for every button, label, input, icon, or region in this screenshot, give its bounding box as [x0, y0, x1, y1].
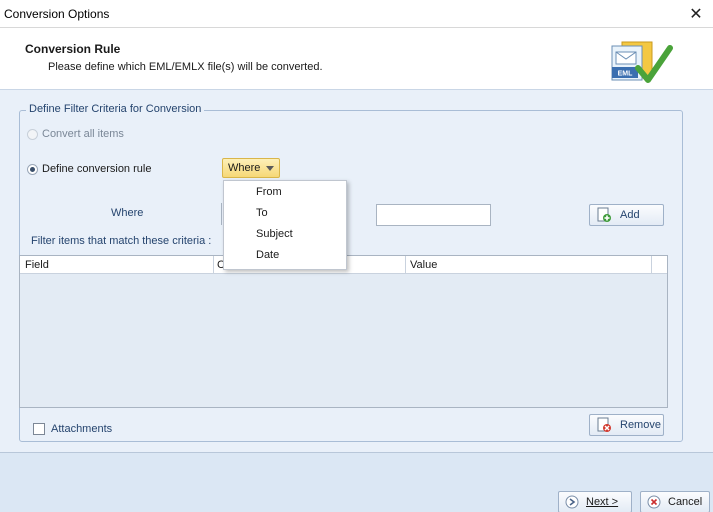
- convert-all-label: Convert all items: [42, 128, 124, 140]
- remove-button-label: Remove: [620, 419, 661, 431]
- attachments-checkbox[interactable]: [33, 423, 45, 435]
- add-button-label: Add: [620, 209, 640, 221]
- close-button[interactable]: ✕: [679, 0, 713, 28]
- attachments-option[interactable]: Attachments: [33, 423, 112, 435]
- footer-divider: [0, 452, 713, 453]
- menu-item-to[interactable]: To: [256, 207, 268, 219]
- cancel-button[interactable]: Cancel: [640, 491, 710, 512]
- next-button-label: Next >: [586, 496, 619, 508]
- criteria-label: Filter items that match these criteria :: [31, 235, 212, 247]
- where-dropdown-menu: From To Subject Date: [223, 180, 347, 270]
- convert-all-radio[interactable]: [27, 128, 38, 140]
- remove-icon: [596, 417, 612, 433]
- header-banner: Conversion Rule Please define which EML/…: [0, 28, 713, 90]
- banner-heading: Conversion Rule: [25, 42, 121, 56]
- next-arrow-icon: [564, 494, 580, 510]
- title-bar: Conversion Options ✕: [0, 0, 713, 28]
- logo-badge-text: EML: [618, 71, 634, 78]
- cancel-icon: [646, 494, 662, 510]
- where-label: Where: [111, 207, 144, 219]
- filter-criteria-legend: Define Filter Criteria for Conversion: [26, 103, 205, 115]
- criteria-grid[interactable]: Field C Value: [19, 255, 668, 408]
- remove-button[interactable]: Remove: [589, 414, 664, 436]
- add-button[interactable]: Add: [589, 204, 664, 226]
- define-rule-radio[interactable]: [27, 163, 38, 175]
- menu-item-subject[interactable]: Subject: [256, 228, 293, 240]
- value-input[interactable]: [376, 204, 491, 226]
- define-rule-option[interactable]: Define conversion rule: [27, 163, 151, 175]
- define-rule-label: Define conversion rule: [42, 163, 152, 175]
- where-dropdown-button[interactable]: Where: [222, 158, 280, 178]
- eml-file-check-icon: EML: [611, 41, 673, 83]
- convert-all-option[interactable]: Convert all items: [27, 128, 124, 140]
- next-button[interactable]: Next >: [558, 491, 632, 512]
- chevron-down-icon: [266, 165, 275, 171]
- add-icon: [596, 207, 612, 223]
- menu-item-date[interactable]: Date: [256, 249, 279, 261]
- column-header-value[interactable]: Value: [410, 259, 437, 271]
- menu-item-from[interactable]: From: [256, 186, 282, 198]
- where-dropdown-label: Where: [228, 162, 261, 174]
- attachments-label: Attachments: [51, 423, 113, 435]
- cancel-button-label: Cancel: [668, 496, 703, 508]
- window-title: Conversion Options: [4, 7, 110, 21]
- banner-subtitle: Please define which EML/EMLX file(s) wil…: [48, 61, 323, 73]
- column-header-field[interactable]: Field: [25, 259, 49, 271]
